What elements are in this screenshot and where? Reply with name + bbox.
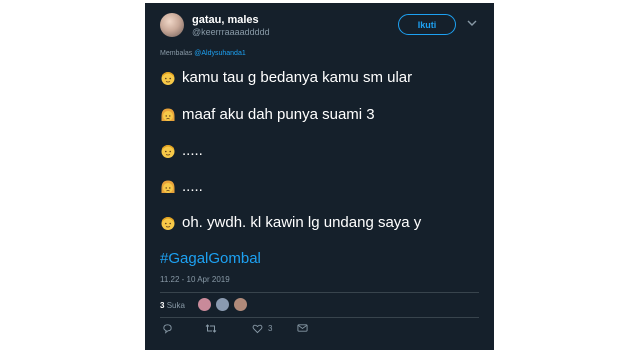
likes-summary[interactable]: 3 Suka [160,301,185,310]
avatar[interactable] [160,13,184,37]
replying-mention-link[interactable]: @Aldysuhanda1 [194,50,245,57]
like-button[interactable]: 3 [252,323,272,334]
reply-icon [163,324,172,334]
liker-avatar[interactable] [197,297,212,312]
envelope-icon [297,324,308,332]
tweet-line-text: maaf aku dah punya suami 3 [182,106,375,123]
retweet-button[interactable] [205,323,217,334]
tweet-actions: 3 [160,323,480,337]
tweet-line-text: kamu tau g bedanya kamu sm ular [182,69,413,86]
divider [160,317,479,318]
hashtag-link[interactable]: #GagalGombal [160,250,261,267]
man-emoji-icon [161,144,175,158]
likers-avatars [197,297,251,312]
woman-emoji-icon [161,108,175,121]
likes-label: Suka [166,301,185,310]
woman-emoji-icon [161,180,175,193]
display-name[interactable]: gatau, males [192,14,259,26]
tweet-line-text: ..... [182,142,203,159]
tweet-line-text: oh. ywdh. kl kawin lg undang saya y [182,214,422,231]
tweet-line: maaf aku dah punya suami 3 [160,106,375,123]
chevron-down-icon[interactable] [465,16,479,30]
message-button[interactable] [297,323,308,333]
replying-prefix: Membalas [160,50,193,57]
tweet-card: gatau, males @keerrraaaaddddd Ikuti Memb… [145,3,494,350]
timestamp[interactable]: 11.22 - 10 Apr 2019 [160,275,230,284]
like-count: 3 [268,324,273,333]
liker-avatar[interactable] [233,297,248,312]
man-emoji-icon [161,216,175,230]
likes-count: 3 [160,301,165,310]
liker-avatar[interactable] [215,297,230,312]
heart-icon [252,324,263,334]
tweet-line: ..... [160,178,203,195]
man-emoji-icon [161,71,175,85]
user-handle[interactable]: @keerrraaaaddddd [192,27,270,37]
follow-button[interactable]: Ikuti [398,14,456,35]
tweet-line: kamu tau g bedanya kamu sm ular [160,69,412,86]
tweet-line: oh. ywdh. kl kawin lg undang saya y [160,214,421,231]
reply-button[interactable] [162,323,173,334]
replying-to: Membalas @Aldysuhanda1 [160,50,246,57]
retweet-icon [205,324,217,333]
divider [160,292,479,293]
tweet-line: ..... [160,142,203,159]
tweet-line-text: ..... [182,178,203,195]
